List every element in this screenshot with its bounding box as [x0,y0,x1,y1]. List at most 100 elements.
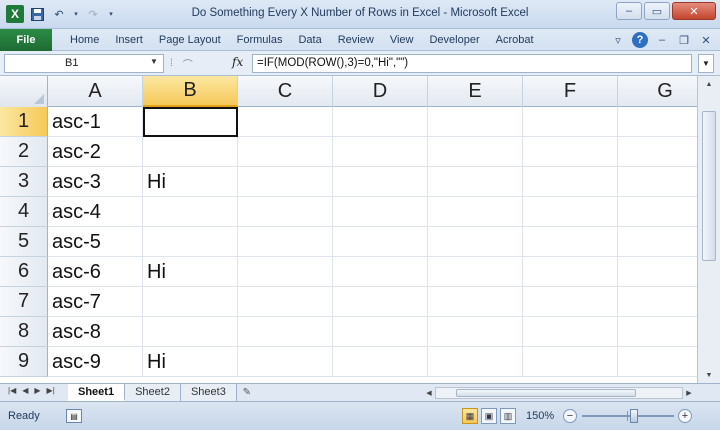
cell-g2[interactable] [618,137,697,167]
cell-e2[interactable] [428,137,523,167]
cell-c4[interactable] [238,197,333,227]
cell-g4[interactable] [618,197,697,227]
cell-d3[interactable] [333,167,428,197]
cell-g8[interactable] [618,317,697,347]
cell-f6[interactable] [523,257,618,287]
macro-recording-icon[interactable]: ▤ [66,409,82,423]
cell-b9[interactable]: Hi [143,347,238,377]
cell-e5[interactable] [428,227,523,257]
cell-b4[interactable] [143,197,238,227]
cell-g7[interactable] [618,287,697,317]
cell-c1[interactable] [238,107,333,137]
cell-g5[interactable] [618,227,697,257]
tab-view[interactable]: View [382,34,422,46]
help-icon[interactable]: ? [632,32,648,48]
restore-workbook-icon[interactable]: – [654,32,670,48]
select-all-button[interactable] [0,76,48,107]
scroll-down-icon[interactable]: ▼ [703,369,715,381]
cell-b2[interactable] [143,137,238,167]
last-sheet-icon[interactable]: ▶| [47,386,55,395]
cell-f8[interactable] [523,317,618,347]
scroll-up-icon[interactable]: ▲ [703,78,715,90]
vertical-scroll-thumb[interactable] [702,111,716,261]
next-sheet-icon[interactable]: ▶ [34,386,40,395]
tab-home[interactable]: Home [52,34,107,46]
cell-e7[interactable] [428,287,523,317]
cell-g3[interactable] [618,167,697,197]
cell-g1[interactable] [618,107,697,137]
tab-data[interactable]: Data [290,34,329,46]
restore-button[interactable]: ▭ [644,2,670,20]
column-header-a[interactable]: A [48,76,143,107]
cell-f1[interactable] [523,107,618,137]
cell-d7[interactable] [333,287,428,317]
row-header[interactable]: 9 [0,347,48,377]
cell-c5[interactable] [238,227,333,257]
cell-d6[interactable] [333,257,428,287]
cell-f7[interactable] [523,287,618,317]
column-header-c[interactable]: C [238,76,333,107]
minimize-ribbon-icon[interactable]: ▿ [610,32,626,48]
horizontal-scroll-track[interactable] [435,387,683,399]
cell-e9[interactable] [428,347,523,377]
zoom-slider-track[interactable] [582,415,674,417]
sheet-tab-sheet3[interactable]: Sheet3 [180,384,237,401]
close-workbook-icon[interactable]: ✕ [698,32,714,48]
cell-d2[interactable] [333,137,428,167]
sheet-tab-sheet1[interactable]: Sheet1 [68,384,126,401]
cell-a1[interactable]: asc-1 [48,107,143,137]
first-sheet-icon[interactable]: |◀ [8,386,16,395]
cell-a4[interactable]: asc-4 [48,197,143,227]
cell-e4[interactable] [428,197,523,227]
cell-d9[interactable] [333,347,428,377]
cell-a8[interactable]: asc-8 [48,317,143,347]
cell-f5[interactable] [523,227,618,257]
column-header-e[interactable]: E [428,76,523,107]
cell-d4[interactable] [333,197,428,227]
cell-b1[interactable] [143,107,238,137]
row-header[interactable]: 2 [0,137,48,167]
cell-b7[interactable] [143,287,238,317]
cell-e8[interactable] [428,317,523,347]
horizontal-scrollbar[interactable]: ◀ ▶ [423,386,695,400]
column-header-b[interactable]: B [143,76,238,107]
insert-function-button[interactable]: fx [232,55,243,69]
restore-window-icon[interactable]: ❐ [676,32,692,48]
cell-b5[interactable] [143,227,238,257]
zoom-in-button[interactable]: + [678,409,692,423]
horizontal-scroll-thumb[interactable] [456,389,636,397]
tab-page-layout[interactable]: Page Layout [151,34,229,46]
row-header[interactable]: 3 [0,167,48,197]
column-header-d[interactable]: D [333,76,428,107]
expand-formula-bar-icon[interactable]: ▼ [698,54,714,73]
row-header[interactable]: 7 [0,287,48,317]
page-break-preview-icon[interactable]: ▥ [500,408,516,424]
name-box-dropdown-icon[interactable]: ▼ [150,57,158,66]
cell-a9[interactable]: asc-9 [48,347,143,377]
zoom-slider-thumb[interactable] [630,409,638,423]
cell-g9[interactable] [618,347,697,377]
cell-f4[interactable] [523,197,618,227]
page-layout-view-icon[interactable]: ▣ [481,408,497,424]
cell-c9[interactable] [238,347,333,377]
insert-sheet-icon[interactable]: ✎ [237,384,257,401]
cell-g6[interactable] [618,257,697,287]
cell-a7[interactable]: asc-7 [48,287,143,317]
column-header-f[interactable]: F [523,76,618,107]
formula-input[interactable]: =IF(MOD(ROW(),3)=0,"Hi","") [252,54,692,73]
tab-formulas[interactable]: Formulas [229,34,291,46]
cell-e1[interactable] [428,107,523,137]
cell-b8[interactable] [143,317,238,347]
zoom-level[interactable]: 150% [526,410,554,422]
cell-c3[interactable] [238,167,333,197]
cell-d5[interactable] [333,227,428,257]
close-button[interactable]: ✕ [672,2,716,20]
cell-b6[interactable]: Hi [143,257,238,287]
cell-f9[interactable] [523,347,618,377]
name-box[interactable]: B1 [4,54,164,73]
cell-c8[interactable] [238,317,333,347]
cell-e3[interactable] [428,167,523,197]
row-header[interactable]: 6 [0,257,48,287]
row-header[interactable]: 8 [0,317,48,347]
vertical-scrollbar[interactable]: ▲ ▼ [697,76,720,383]
